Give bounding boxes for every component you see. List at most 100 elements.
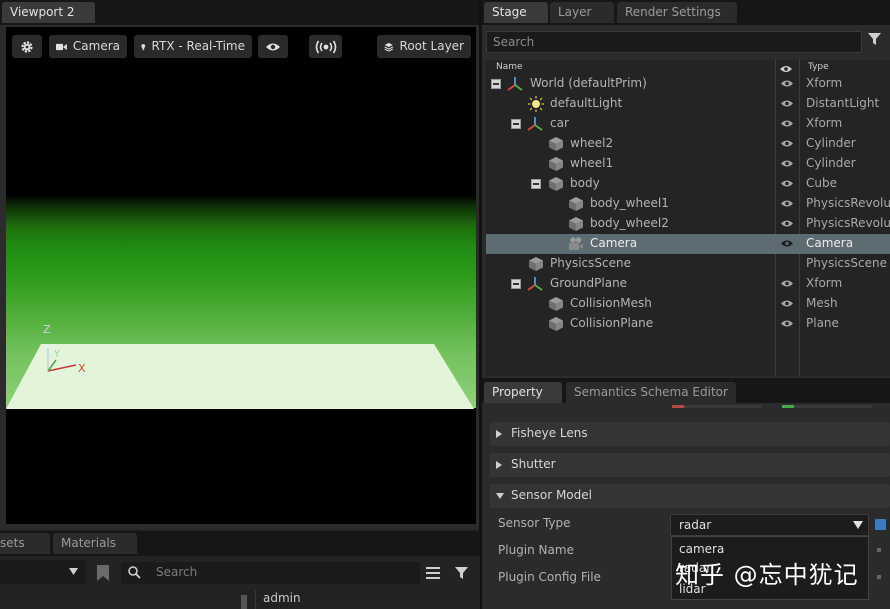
stage-tree: Name Type World (defaultPrim) Xform defa… <box>486 60 890 376</box>
tree-row-wheel2[interactable]: wheel2 Cylinder <box>486 134 890 154</box>
collapse-toggle[interactable] <box>511 279 521 289</box>
tree-row-label: body_wheel2 <box>590 216 669 230</box>
visibility-eye-icon[interactable] <box>780 219 794 228</box>
tree-row-label: car <box>550 116 569 130</box>
dropdown-option-camera[interactable]: camera <box>679 542 724 556</box>
mesh-icon <box>569 197 583 211</box>
menu-icon[interactable] <box>426 567 440 579</box>
filter-icon[interactable] <box>868 33 881 45</box>
tab-semantics-schema-editor[interactable]: Semantics Schema Editor <box>566 382 736 403</box>
content-tabbar: sets Materials <box>0 531 480 556</box>
camera-button[interactable]: Camera <box>49 35 127 58</box>
visibility-eye-icon[interactable] <box>780 239 794 248</box>
visibility-eye-icon[interactable] <box>780 319 794 328</box>
plugin-config-label: Plugin Config File <box>498 570 601 584</box>
mesh-icon <box>549 177 563 191</box>
tab-assets[interactable]: sets <box>0 533 50 554</box>
section-label: Shutter <box>511 457 556 471</box>
stage-search-input[interactable]: Search <box>486 31 862 53</box>
collapse-toggle[interactable] <box>511 119 521 129</box>
broadcast-icon <box>315 40 336 53</box>
visibility-eye-icon[interactable] <box>780 279 794 288</box>
tab-materials[interactable]: Materials <box>53 533 137 554</box>
sensor-broadcast-button[interactable] <box>309 35 342 58</box>
content-search-input[interactable]: Search <box>121 562 420 584</box>
list-item-admin[interactable]: admin <box>263 591 301 605</box>
bookmark-icon[interactable] <box>97 565 109 581</box>
section-sensor-model[interactable]: Sensor Model <box>490 484 890 508</box>
tree-row-type: Plane <box>806 316 839 330</box>
section-fisheye-lens[interactable]: Fisheye Lens <box>490 422 890 446</box>
tree-row-type: Xform <box>806 76 843 90</box>
collapse-toggle[interactable] <box>531 179 541 189</box>
tree-row-body-wheel2[interactable]: body_wheel2 PhysicsRevolute <box>486 214 890 234</box>
sensor-type-value: radar <box>679 518 712 532</box>
tree-row-label: World (defaultPrim) <box>530 76 647 90</box>
xform-icon <box>527 117 543 131</box>
axis-z-label: Z <box>43 323 51 336</box>
tree-row-label: body_wheel1 <box>590 196 669 210</box>
tree-row-label: CollisionPlane <box>570 316 654 330</box>
color-strip <box>672 405 762 408</box>
tree-row-physicsscene[interactable]: PhysicsScene PhysicsScene <box>486 254 890 274</box>
visibility-eye-icon[interactable] <box>780 299 794 308</box>
tab-property[interactable]: Property <box>484 382 562 403</box>
tree-row-groundplane[interactable]: GroundPlane Xform <box>486 274 890 294</box>
content-toolbar: Search <box>0 556 480 590</box>
chevron-down-icon <box>496 493 504 499</box>
visibility-eye-icon[interactable] <box>780 99 794 108</box>
video-camera-icon <box>56 43 67 50</box>
tree-row-label: body <box>570 176 600 190</box>
tree-row-body[interactable]: body Cube <box>486 174 890 194</box>
tab-viewport-2[interactable]: Viewport 2 <box>2 2 95 23</box>
content-browser-panel: sets Materials Search admin <box>0 531 480 609</box>
visibility-button[interactable] <box>258 35 288 58</box>
settings-button[interactable] <box>12 35 42 58</box>
tree-row-body-wheel1[interactable]: body_wheel1 PhysicsRevolute <box>486 194 890 214</box>
visibility-eye-icon[interactable] <box>780 159 794 168</box>
collapse-toggle[interactable] <box>491 79 501 89</box>
xform-icon <box>527 277 543 291</box>
render-mode-button[interactable]: RTX - Real-Time <box>134 35 252 58</box>
sensor-type-select[interactable]: radar <box>670 514 869 536</box>
list-scrollbar[interactable] <box>241 595 247 609</box>
axis-y-label: Y <box>54 349 61 360</box>
tree-row-type: Cylinder <box>806 136 856 150</box>
stage-panel: Search Name Type World (defaultPrim) Xfo… <box>482 25 890 378</box>
tree-row-wheel1[interactable]: wheel1 Cylinder <box>486 154 890 174</box>
chevron-right-icon <box>496 430 502 438</box>
content-list: admin <box>0 590 480 609</box>
column-header-type[interactable]: Type <box>808 60 829 74</box>
path-combo[interactable] <box>0 560 86 584</box>
override-indicator[interactable] <box>875 519 886 530</box>
tree-row-collisionmesh[interactable]: CollisionMesh Mesh <box>486 294 890 314</box>
tree-row-camera[interactable]: Camera Camera <box>486 234 890 254</box>
tree-row-type: Xform <box>806 116 843 130</box>
section-shutter[interactable]: Shutter <box>490 453 890 477</box>
layers-icon <box>384 42 394 52</box>
mesh-icon <box>549 297 563 311</box>
tab-render-settings[interactable]: Render Settings <box>617 2 737 23</box>
tree-row-car[interactable]: car Xform <box>486 114 890 134</box>
viewport-canvas[interactable]: Z Y X Camera RTX - Real-Time Root Layer <box>6 27 476 524</box>
mesh-icon <box>569 217 583 231</box>
visibility-eye-icon[interactable] <box>780 199 794 208</box>
visibility-eye-icon[interactable] <box>780 79 794 88</box>
sensor-type-label: Sensor Type <box>498 516 571 530</box>
root-layer-button[interactable]: Root Layer <box>377 35 471 58</box>
stage-search-placeholder: Search <box>493 35 535 49</box>
tree-row-collisionplane[interactable]: CollisionPlane Plane <box>486 314 890 334</box>
tree-row-defaultlight[interactable]: defaultLight DistantLight <box>486 94 890 114</box>
tree-row-type: Camera <box>806 236 854 250</box>
color-strip <box>782 405 872 408</box>
light-icon <box>528 96 544 112</box>
tab-stage[interactable]: Stage <box>484 2 548 23</box>
axis-x-label: X <box>78 362 86 375</box>
column-header-name[interactable]: Name <box>496 60 523 74</box>
visibility-eye-icon[interactable] <box>780 119 794 128</box>
visibility-eye-icon[interactable] <box>780 139 794 148</box>
visibility-eye-icon[interactable] <box>780 179 794 188</box>
filter-icon[interactable] <box>455 567 468 579</box>
tab-layer[interactable]: Layer <box>550 2 614 23</box>
tree-row-world[interactable]: World (defaultPrim) Xform <box>486 74 890 94</box>
